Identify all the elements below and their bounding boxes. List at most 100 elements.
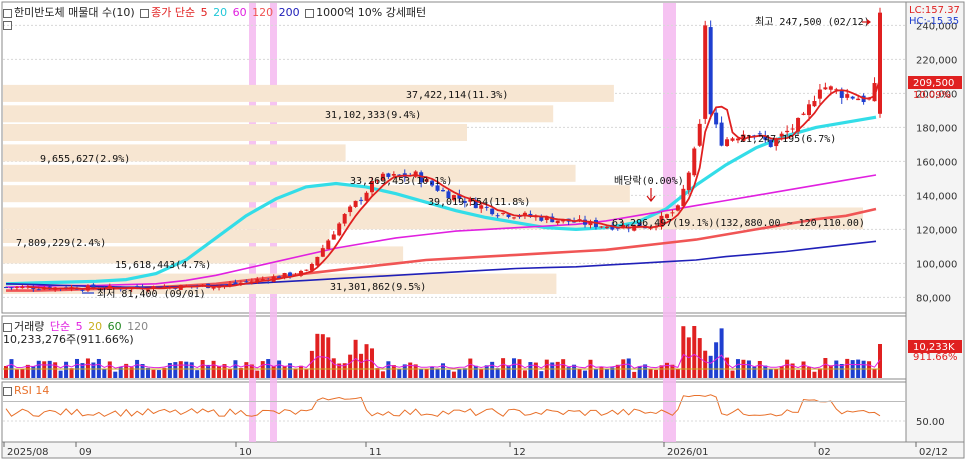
candle-body	[320, 248, 325, 257]
volume-bar	[774, 368, 779, 378]
volume-bar	[446, 370, 451, 378]
volume-bar	[375, 368, 380, 378]
volume-profile-band	[3, 185, 630, 203]
legend-box-icon[interactable]	[140, 8, 150, 18]
candle-body	[233, 282, 238, 284]
volume-bar	[304, 369, 309, 378]
volume-bar	[85, 358, 90, 378]
candle-body	[719, 122, 724, 146]
volume-profile-label: 37,422,114(11.3%)	[406, 90, 508, 101]
volume-bar	[604, 369, 609, 378]
candle-body	[512, 217, 517, 219]
volume-bar	[107, 361, 112, 378]
candle-body	[703, 25, 708, 119]
x-tick-label: 11	[369, 447, 382, 458]
volume-bar	[648, 368, 653, 378]
candle-body	[856, 98, 861, 101]
volume-bar	[58, 370, 63, 378]
volume-bar	[828, 365, 833, 378]
candle-body	[331, 234, 336, 240]
volume-bar	[512, 358, 517, 378]
volume-bar	[501, 358, 506, 378]
volume-bar	[675, 369, 680, 378]
volume-bar	[435, 368, 440, 378]
x-tick-label: 02	[818, 447, 831, 458]
volume-bar	[293, 368, 298, 378]
volume-bar	[539, 371, 544, 378]
volume-bar	[615, 364, 620, 378]
hc-value: HC:-15.35	[909, 16, 959, 27]
volume-bar	[53, 362, 58, 378]
volume-bar	[528, 362, 533, 378]
candle-body	[801, 113, 806, 115]
ma120-label: 120	[252, 6, 274, 19]
volume-bar	[397, 368, 402, 378]
candle-body	[20, 286, 25, 289]
stock-chart[interactable]: 37,422,114(11.3%) 31,102,333(9.4%) 21,247,…	[0, 0, 966, 459]
x-tick-label: 12	[513, 447, 526, 458]
volume-bar	[845, 358, 850, 378]
volume-profile-band	[3, 84, 614, 102]
volume-bar	[298, 365, 303, 378]
volume-profile-label: 63,296,497(19.1%)(132,880.00 ~ 120,110.0…	[612, 218, 865, 229]
candle-body	[599, 226, 604, 228]
volume-bar	[583, 370, 588, 378]
volume-bar	[555, 361, 560, 378]
x-tick-label: 09	[79, 447, 92, 458]
candle-body	[315, 256, 320, 266]
volume-bar	[692, 326, 697, 378]
volume-bar	[320, 334, 325, 378]
y-tick-label: 220,000	[916, 55, 957, 66]
legend-box-icon[interactable]	[3, 386, 12, 396]
candle-body	[353, 200, 358, 207]
volume-bar	[681, 326, 686, 378]
ma-label: 종가 단순	[151, 6, 196, 19]
candle-body	[850, 96, 855, 99]
candle-body	[555, 220, 560, 224]
x-tick-label: 2025/08	[7, 447, 49, 458]
price-pct: 10.09%	[913, 90, 951, 101]
ma60-label: 60	[232, 6, 247, 19]
volume-profile-band	[3, 164, 576, 182]
y-tick-label: 100,000	[916, 259, 957, 270]
volume-profile-label: 21,247,195(6.7%)	[740, 134, 836, 145]
volume-bar	[20, 369, 25, 378]
volume-profile-label: 7,809,229(2.4%)	[16, 238, 106, 249]
legend-expander	[3, 18, 14, 31]
ma200-label: 200	[278, 6, 300, 19]
volume-profile-label: 33,269,453(10.1%)	[350, 176, 452, 187]
volume-bar	[69, 368, 74, 378]
volume-bar	[490, 361, 495, 378]
volume-bar	[151, 369, 156, 378]
volume-bar	[75, 358, 80, 378]
candle-body	[670, 212, 675, 214]
volume-bar	[632, 371, 637, 378]
volume-bar	[42, 361, 47, 378]
volume-profile-label: 39,019,554(11.8%)	[428, 197, 530, 208]
volume-bar	[217, 366, 222, 378]
volume-current-value: 10,233,276주(911.66%)	[3, 333, 134, 346]
candle-body	[823, 87, 828, 90]
volume-bar	[801, 361, 806, 378]
volume-pct: 911.66%	[913, 352, 958, 363]
volume-bar	[522, 370, 527, 378]
candle-body	[342, 214, 347, 224]
legend-box-icon[interactable]	[305, 8, 315, 18]
price-badge-value: 209,500	[913, 78, 954, 89]
volume-bar	[479, 369, 484, 378]
volume-bar	[271, 366, 276, 378]
candle-body	[785, 130, 790, 133]
volume-bar	[872, 368, 877, 378]
candle-body	[675, 205, 680, 211]
volume-bar	[102, 369, 107, 378]
candle-body	[604, 226, 609, 229]
volume-bar	[779, 366, 784, 378]
candle-body	[364, 192, 369, 201]
volume-bar	[730, 370, 735, 378]
candle-body	[495, 215, 500, 217]
candle-body	[845, 94, 850, 98]
expand-box-icon[interactable]	[3, 20, 12, 30]
y-tick-label: 140,000	[916, 191, 957, 202]
legend-box-icon[interactable]	[3, 8, 12, 18]
volume-bar	[391, 365, 396, 378]
